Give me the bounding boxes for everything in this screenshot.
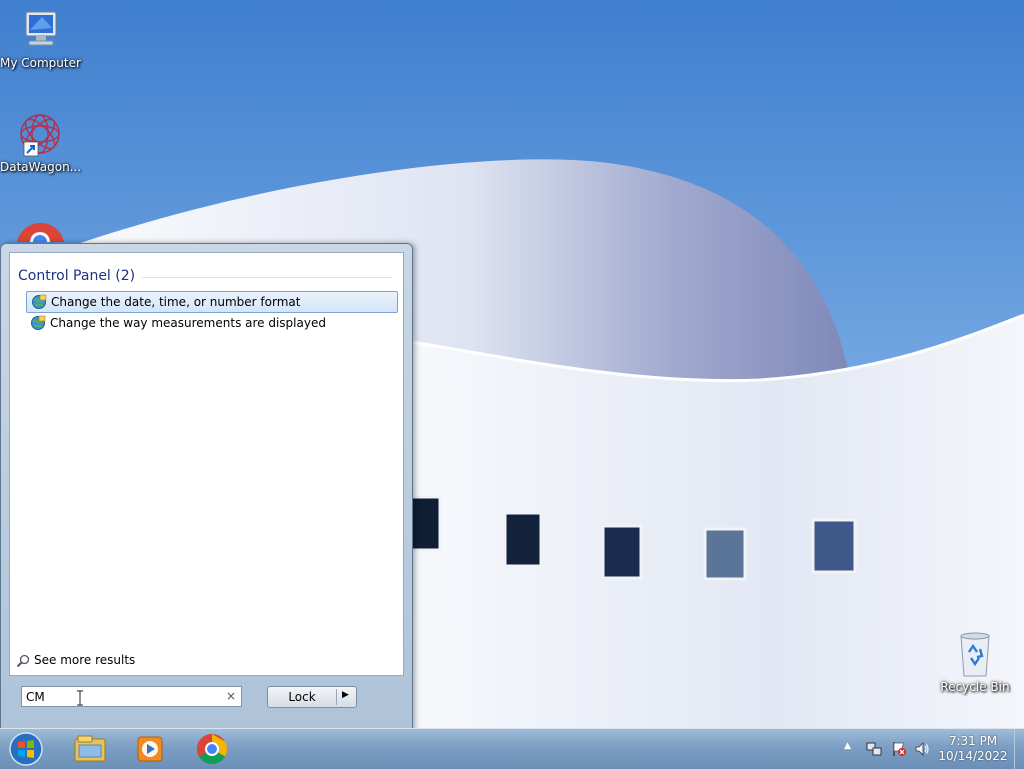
clock-date: 10/14/2022 (938, 749, 1008, 763)
search-icon (16, 654, 30, 667)
text-cursor-icon (77, 690, 83, 706)
control-panel-globe-icon (31, 315, 46, 330)
network-icon[interactable] (866, 741, 882, 757)
search-clear-icon[interactable]: × (226, 689, 236, 703)
lock-button[interactable]: Lock ▶ (267, 686, 357, 708)
result-item-label: Change the date, time, or number format (51, 295, 301, 309)
control-panel-globe-icon (32, 294, 47, 309)
start-search-box[interactable]: × (21, 686, 242, 707)
desktop-icon-label: Recycle Bin (940, 680, 1010, 694)
group-divider (142, 277, 392, 278)
shutdown-options-arrow-icon[interactable]: ▶ (342, 690, 349, 700)
desktop-icon-chrome[interactable] (0, 212, 80, 242)
start-button[interactable] (6, 730, 46, 768)
windows-explorer-icon[interactable] (70, 731, 110, 767)
media-player-icon[interactable] (130, 731, 170, 767)
lock-button-label: Lock (288, 690, 316, 704)
show-hidden-icons-arrow-icon[interactable]: ▲ (844, 741, 851, 751)
result-item-label: Change the way measurements are displaye… (50, 316, 326, 330)
start-menu: Control Panel (2) Change the date, time,… (0, 243, 413, 731)
search-input[interactable] (26, 688, 216, 705)
result-item-date-time-format[interactable]: Change the date, time, or number format (26, 291, 398, 313)
chrome-icon[interactable] (192, 731, 232, 767)
clock-time: 7:31 PM (948, 734, 998, 748)
action-center-flag-icon[interactable] (891, 741, 907, 757)
see-more-label: See more results (34, 653, 136, 667)
datawagon-icon (20, 114, 60, 157)
desktop-icon-recycle-bin[interactable]: Recycle Bin (935, 630, 1015, 694)
search-results-pane: Control Panel (2) Change the date, time,… (9, 252, 404, 676)
desktop-icon-datawagon[interactable]: DataWagon... (0, 110, 82, 174)
desktop-icon-label: DataWagon... (0, 160, 82, 174)
result-item-measurements[interactable]: Change the way measurements are displaye… (26, 313, 396, 333)
results-group-header: Control Panel (2) (18, 268, 392, 284)
desktop-icon-label: My Computer (0, 56, 81, 70)
see-more-results-link[interactable]: See more results (16, 653, 135, 668)
chrome-icon (17, 222, 64, 242)
recycle-bin-icon (960, 632, 990, 677)
show-desktop-button[interactable] (1014, 729, 1024, 769)
group-header-label: Control Panel (2) (18, 268, 136, 284)
taskbar: ▲ 7:31 PM 10/14/2022 (0, 728, 1024, 769)
computer-icon (25, 11, 57, 46)
volume-icon[interactable] (914, 741, 930, 757)
desktop-icon-my-computer[interactable]: My Computer (0, 8, 81, 70)
lock-button-separator (336, 689, 337, 705)
system-clock[interactable]: 7:31 PM 10/14/2022 (936, 734, 1010, 764)
